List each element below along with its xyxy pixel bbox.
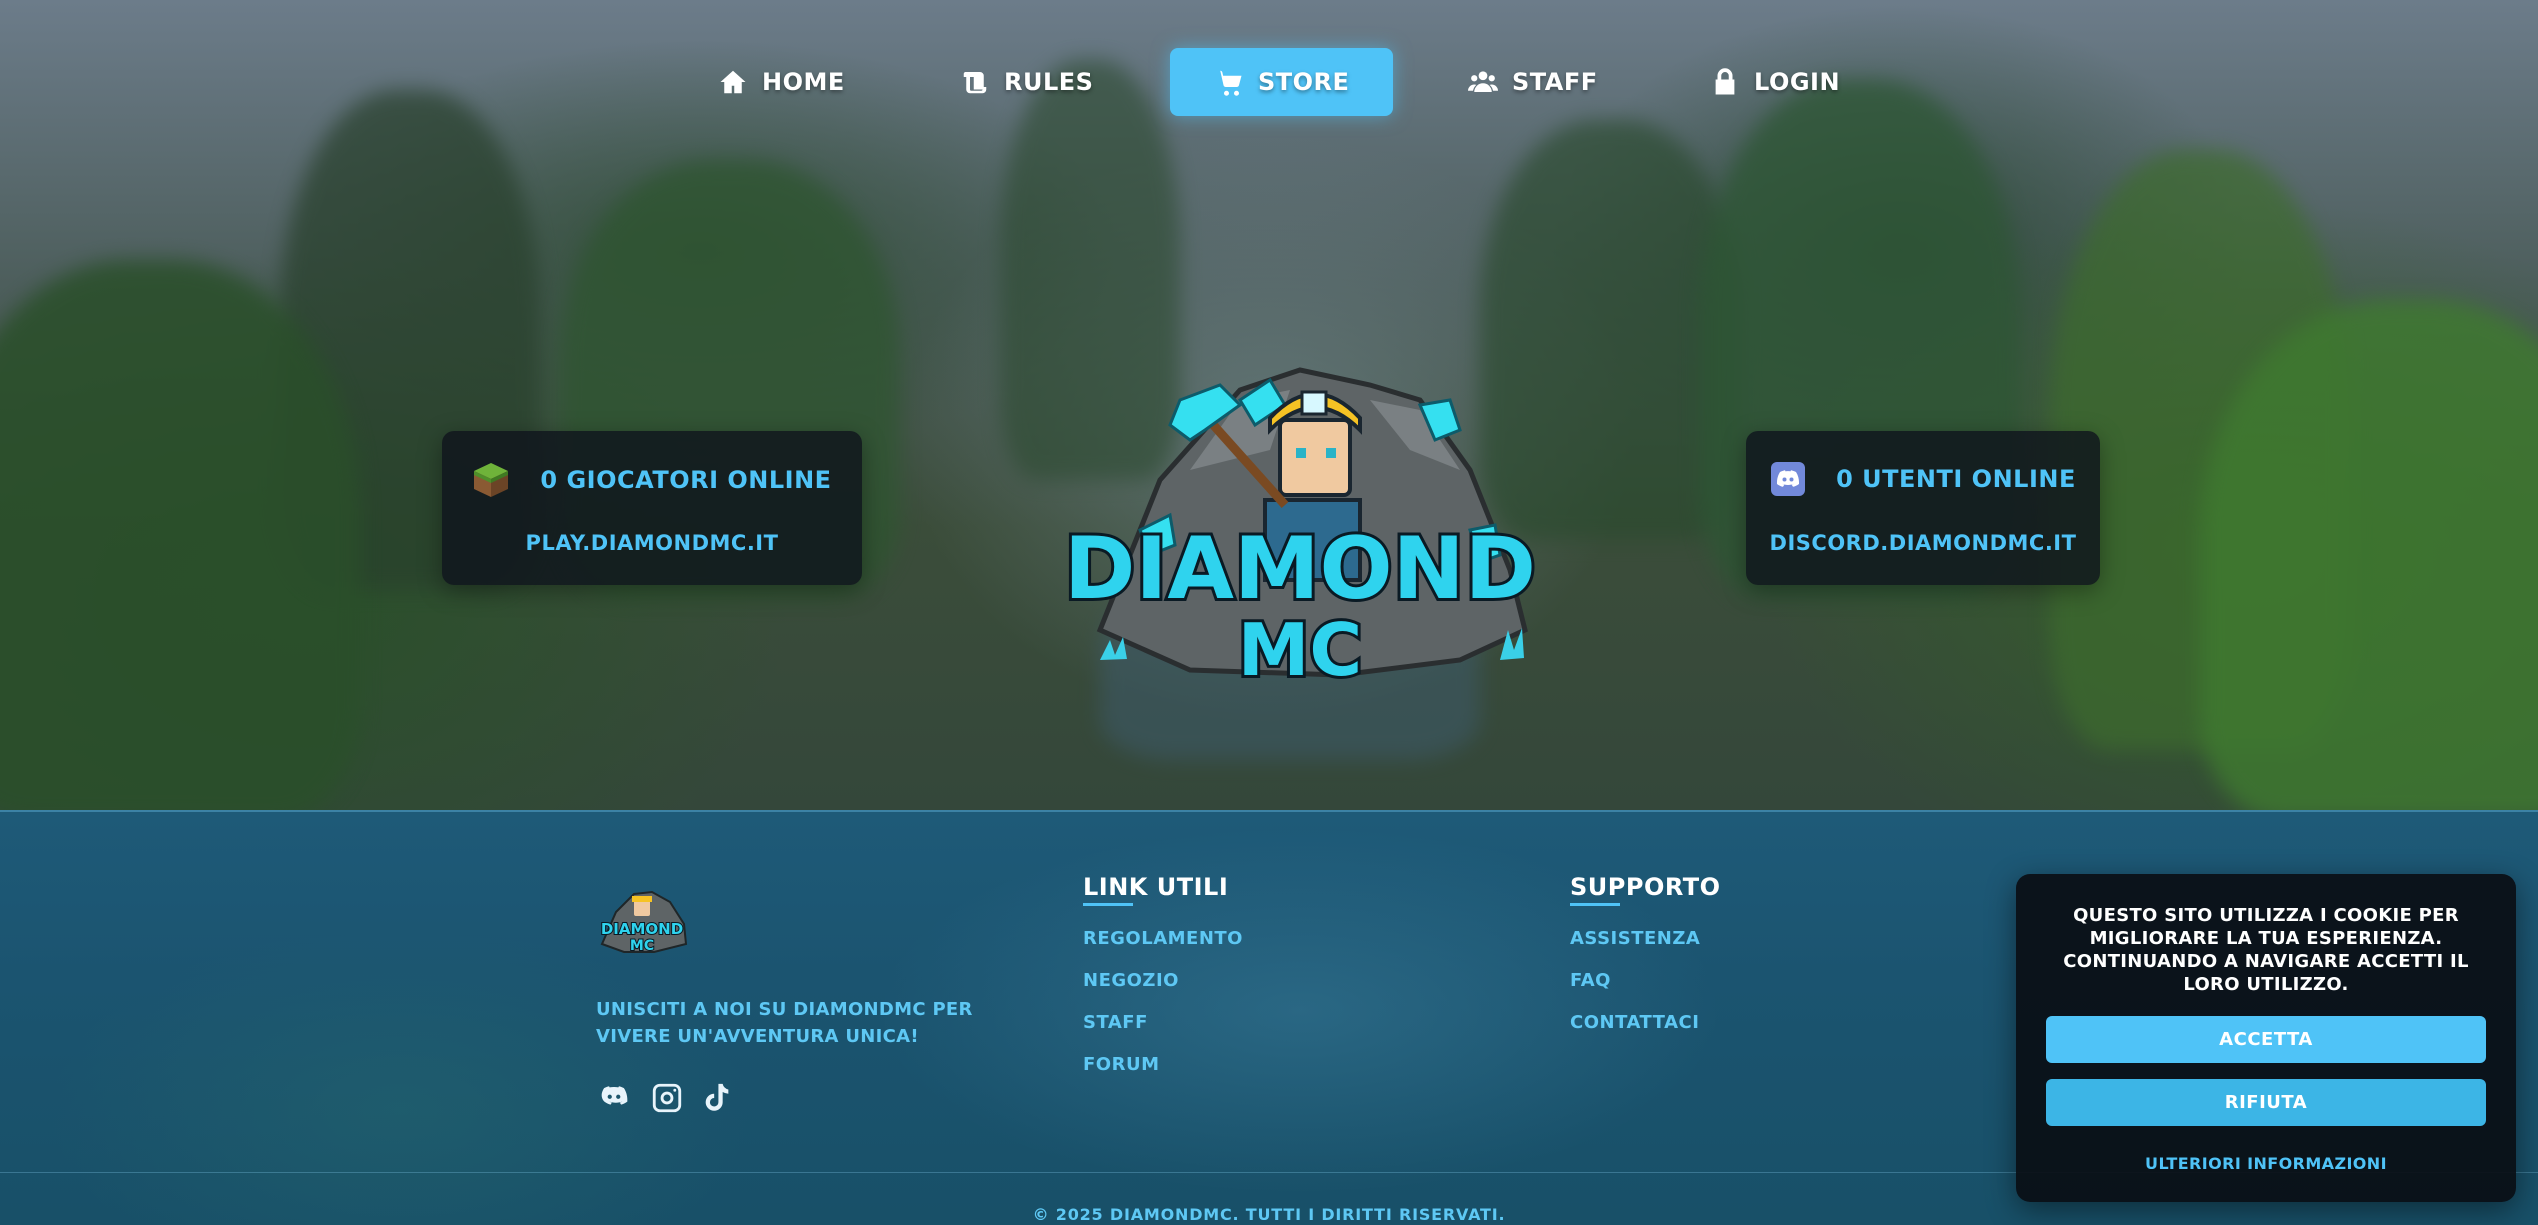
social-discord[interactable] xyxy=(597,1081,631,1115)
discord-icon xyxy=(1771,462,1806,496)
tiktok-icon xyxy=(705,1083,729,1111)
support-title-underline xyxy=(1570,903,1620,906)
footer-link-contattaci[interactable]: CONTATTACI xyxy=(1570,1012,1699,1033)
footer-link-faq[interactable]: FAQ xyxy=(1570,970,1611,991)
nav-staff-label: STAFF xyxy=(1512,68,1598,96)
nav-home-label: HOME xyxy=(762,68,845,96)
nav-store-label: STORE xyxy=(1258,68,1350,96)
footer-link-forum[interactable]: FORUM xyxy=(1083,1054,1160,1075)
discord-status-card: 0 UTENTI ONLINE DISCORD.DIAMONDMC.IT xyxy=(1746,431,2100,585)
copyright-text: © 2025 DIAMONDMC. TUTTI I DIRITTI RISERV… xyxy=(1032,1205,1506,1224)
logo-text-diamond: DIAMOND xyxy=(1064,519,1536,619)
nav-store[interactable]: STORE xyxy=(1170,48,1394,116)
nav-login[interactable]: LOGIN xyxy=(1710,48,1840,116)
scroll-icon xyxy=(963,72,987,94)
logo-text-mc: MC xyxy=(1238,608,1363,692)
footer-link-staff[interactable]: STAFF xyxy=(1083,1012,1148,1033)
support-column-title: SUPPORTO xyxy=(1570,873,1721,901)
home-icon xyxy=(720,70,746,94)
users-icon xyxy=(1468,71,1498,92)
nav-home[interactable]: HOME xyxy=(718,48,845,116)
discord-icon xyxy=(601,1086,628,1105)
links-title-underline xyxy=(1083,903,1133,906)
grass-block-icon xyxy=(474,463,509,497)
footer-tagline: UNISCITI A NOI SU DIAMONDMC PER VIVERE U… xyxy=(596,999,973,1047)
social-tiktok[interactable] xyxy=(700,1081,734,1115)
cookie-message: QUESTO SITO UTILIZZA I COOKIE PER MIGLIO… xyxy=(2063,905,2469,995)
cookie-accept-button[interactable]: ACCETTA xyxy=(2046,1016,2486,1063)
footer-link-assistenza[interactable]: ASSISTENZA xyxy=(1570,928,1700,949)
server-address[interactable]: PLAY.DIAMONDMC.IT xyxy=(442,531,862,555)
cookie-reject-button[interactable]: RIFIUTA xyxy=(2046,1079,2486,1126)
nav-staff[interactable]: STAFF xyxy=(1468,48,1598,116)
cookie-more-info-link[interactable]: ULTERIORI INFORMAZIONI xyxy=(2016,1154,2516,1173)
nav-rules-label: RULES xyxy=(1004,68,1094,96)
footer-logo-text-mc: MC xyxy=(630,938,654,954)
footer-link-negozio[interactable]: NEGOZIO xyxy=(1083,970,1179,991)
discord-online-count: 0 UTENTI ONLINE xyxy=(1836,465,2076,493)
cart-icon xyxy=(1216,70,1242,96)
links-column-title: LINK UTILI xyxy=(1083,873,1229,901)
footer-link-regolamento[interactable]: REGOLAMENTO xyxy=(1083,928,1243,949)
server-status-card: 0 GIOCATORI ONLINE PLAY.DIAMONDMC.IT xyxy=(442,431,862,585)
nav-login-label: LOGIN xyxy=(1754,68,1841,96)
social-instagram[interactable] xyxy=(650,1081,684,1115)
discord-address[interactable]: DISCORD.DIAMONDMC.IT xyxy=(1746,531,2100,555)
instagram-icon xyxy=(652,1083,682,1113)
players-online-count: 0 GIOCATORI ONLINE xyxy=(540,466,832,494)
cookie-banner: QUESTO SITO UTILIZZA I COOKIE PER MIGLIO… xyxy=(2016,874,2516,1202)
footer-logo: DIAMOND MC xyxy=(600,890,688,955)
footer-logo-text-diamond: DIAMOND xyxy=(601,920,683,938)
lock-icon xyxy=(1715,68,1735,95)
diamondmc-logo: DIAMOND MC xyxy=(1061,367,1539,695)
footer-divider xyxy=(0,810,2538,812)
nav-rules[interactable]: RULES xyxy=(960,48,1093,116)
